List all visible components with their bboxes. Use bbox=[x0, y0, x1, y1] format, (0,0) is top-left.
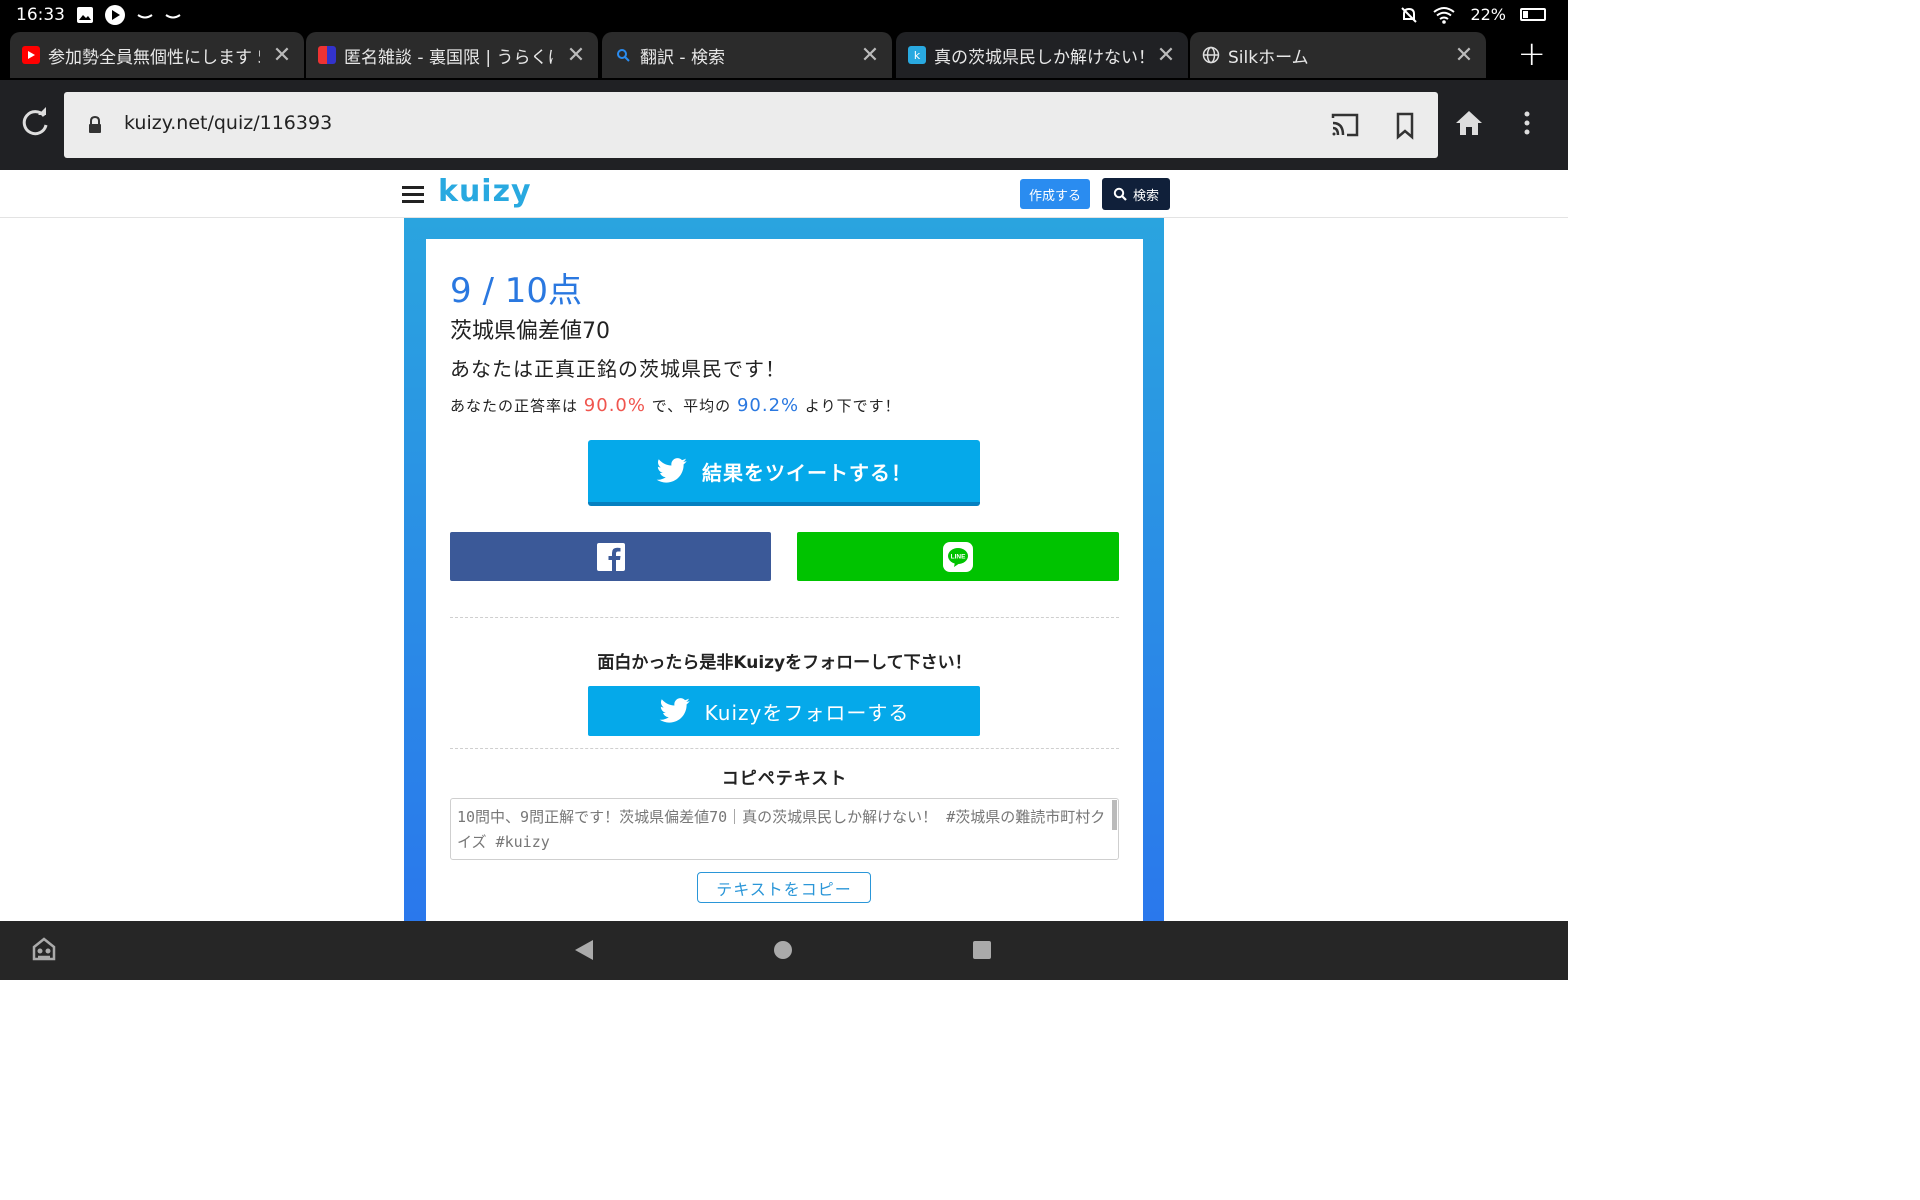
tab-silk-home[interactable]: Silkホーム ✕ bbox=[1190, 32, 1486, 78]
status-right: 22% bbox=[1400, 5, 1546, 24]
rate-prefix: あなたの正答率は bbox=[450, 397, 579, 415]
address-bar[interactable]: kuizy.net/quiz/116393 bbox=[64, 92, 1438, 158]
result-frame: 9 / 10点 茨城県偏差値70 あなたは正真正銘の茨城県民です！ あなたの正答… bbox=[404, 218, 1164, 939]
lock-icon bbox=[89, 116, 101, 133]
tab-title: 翻訳 - 検索 bbox=[640, 47, 725, 68]
follow-message: 面白かったら是非Kuizyをフォローして下さい！ bbox=[597, 653, 972, 673]
rate-value: 90.0% bbox=[583, 395, 646, 416]
site-icon bbox=[318, 46, 336, 64]
average-value: 90.2% bbox=[736, 395, 800, 416]
close-icon[interactable]: ✕ bbox=[554, 43, 598, 68]
divider bbox=[450, 748, 1119, 749]
amazon-icon bbox=[137, 14, 153, 19]
new-tab-icon[interactable]: + bbox=[1518, 34, 1547, 74]
status-bar: 16:33 22% bbox=[0, 0, 1568, 30]
line-icon: LINE bbox=[943, 541, 973, 572]
play-icon bbox=[105, 5, 125, 25]
youtube-icon bbox=[22, 46, 40, 64]
tab-title: 匿名雑談 - 裏国限 | うらくに bbox=[344, 47, 554, 68]
bookmark-icon[interactable] bbox=[1390, 110, 1420, 140]
browser-toolbar: kuizy.net/quiz/116393 bbox=[0, 80, 1568, 170]
mute-bell-icon bbox=[1401, 6, 1418, 23]
tab-kuizy[interactable]: k 真の茨城県民しか解けない！ ✕ bbox=[896, 32, 1188, 78]
copy-text-button[interactable]: テキストをコピー bbox=[697, 872, 871, 903]
line-share-button[interactable]: LINE bbox=[797, 532, 1119, 581]
close-icon[interactable]: ✕ bbox=[848, 43, 892, 68]
tab-title: 真の茨城県民しか解けない！ bbox=[934, 47, 1144, 68]
search-icon bbox=[614, 46, 632, 64]
score: 9 / 10点 bbox=[450, 271, 582, 311]
back-icon[interactable] bbox=[575, 940, 593, 960]
result-message: あなたは正真正銘の茨城県民です！ bbox=[450, 357, 786, 381]
tab-urakuni[interactable]: 匿名雑談 - 裏国限 | うらくに ✕ bbox=[306, 32, 598, 78]
tab-title: Silkホーム bbox=[1228, 47, 1309, 68]
wifi-icon bbox=[1433, 6, 1456, 24]
menu-icon[interactable] bbox=[402, 186, 424, 207]
image-icon bbox=[77, 7, 93, 23]
search-button-label: 検索 bbox=[1132, 188, 1159, 204]
tab-title: 参加勢全員無個性にします 5 bbox=[48, 47, 260, 68]
facebook-icon bbox=[596, 542, 625, 571]
svg-text:LINE: LINE bbox=[951, 553, 966, 560]
result-card: 9 / 10点 茨城県偏差値70 あなたは正真正銘の茨城県民です！ あなたの正答… bbox=[426, 239, 1143, 939]
kuizy-icon: k bbox=[908, 46, 926, 64]
accuracy-rate: あなたの正答率は 90.0% で、平均の 90.2% より下です！ bbox=[450, 395, 901, 416]
rank-title: 茨城県偏差値70 bbox=[450, 319, 610, 344]
scrollbar[interactable] bbox=[1112, 800, 1117, 830]
tab-youtube[interactable]: 参加勢全員無個性にします 5 ✕ bbox=[10, 32, 304, 78]
rate-mid: で、平均の bbox=[651, 397, 732, 415]
divider bbox=[450, 617, 1119, 618]
rate-suffix: より下です！ bbox=[804, 397, 901, 415]
tab-translate[interactable]: 翻訳 - 検索 ✕ bbox=[602, 32, 892, 78]
search-button[interactable]: 検索 bbox=[1102, 178, 1170, 210]
battery-icon bbox=[1520, 8, 1546, 21]
amazon-icon bbox=[165, 14, 181, 19]
site-header: kuizy 作成する 検索 bbox=[0, 170, 1568, 218]
site-logo[interactable]: kuizy bbox=[438, 174, 532, 209]
globe-icon bbox=[1202, 46, 1220, 64]
home-circle-icon[interactable] bbox=[774, 941, 792, 959]
cast-icon[interactable] bbox=[1330, 110, 1360, 140]
close-icon[interactable]: ✕ bbox=[1442, 43, 1486, 68]
reload-icon[interactable] bbox=[18, 106, 52, 140]
facebook-share-button[interactable] bbox=[450, 532, 771, 581]
home-icon[interactable] bbox=[1452, 106, 1486, 140]
tweet-result-label: 結果をツイートする！ bbox=[702, 460, 912, 485]
copy-text-title: コピペテキスト bbox=[721, 769, 848, 789]
status-time: 16:33 bbox=[16, 5, 65, 25]
recent-apps-icon[interactable] bbox=[973, 941, 991, 959]
copy-text-area[interactable]: 10問中、9問正解です！茨城県偏差値70｜真の茨城県民しか解けない！ #茨城県の… bbox=[450, 798, 1119, 860]
notification-icons bbox=[76, 4, 182, 26]
follow-kuizy-label: Kuizyをフォローする bbox=[704, 700, 910, 725]
battery-percent: 22% bbox=[1470, 5, 1506, 24]
twitter-icon bbox=[659, 698, 690, 723]
twitter-icon bbox=[656, 458, 687, 483]
tab-bar: 参加勢全員無個性にします 5 ✕ 匿名雑談 - 裏国限 | うらくに ✕ 翻訳 … bbox=[0, 30, 1568, 80]
navigation-bar bbox=[0, 921, 1568, 980]
tweet-result-button[interactable]: 結果をツイートする！ bbox=[588, 440, 980, 506]
url-text: kuizy.net/quiz/116393 bbox=[124, 112, 333, 134]
close-icon[interactable]: ✕ bbox=[1144, 43, 1188, 68]
follow-kuizy-button[interactable]: Kuizyをフォローする bbox=[588, 686, 980, 736]
more-menu-icon[interactable] bbox=[1510, 106, 1544, 140]
create-button[interactable]: 作成する bbox=[1020, 179, 1090, 209]
close-icon[interactable]: ✕ bbox=[260, 43, 304, 68]
search-icon bbox=[1113, 187, 1127, 201]
accessibility-icon[interactable] bbox=[30, 935, 58, 963]
